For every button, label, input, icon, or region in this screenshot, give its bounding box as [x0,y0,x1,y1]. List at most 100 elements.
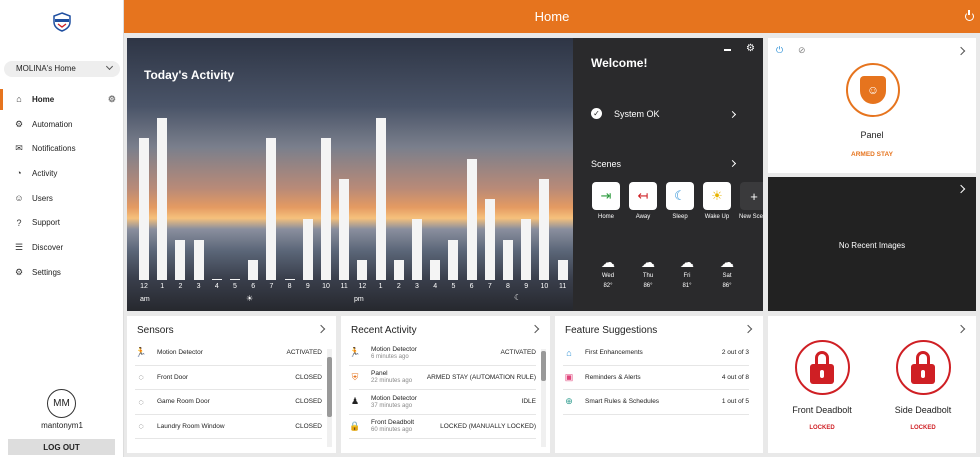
hour-label: 5 [233,283,237,290]
chevron-right-icon[interactable] [956,184,966,194]
lock-button[interactable] [895,340,951,395]
sidebar-item-activity[interactable]: ◔ Activity [0,161,124,186]
activity-bar[interactable] [211,278,222,280]
sensors-card: Sensors 🏃 Motion Detector ACTIVATED ◌ Front … [127,316,336,453]
power-status-icon[interactable]: ⏻ [776,45,783,56]
activity-bar[interactable] [484,199,495,280]
list-item[interactable]: ⊕ Smart Rules & Schedules 1 out of 5 [563,390,749,415]
sidebar-item-label: Automation [32,119,73,129]
list-item[interactable]: ▣ Reminders & Alerts 4 out of 8 [563,366,749,390]
sidebar-item-support[interactable]: ? Support [0,210,124,235]
activity-bar[interactable] [230,278,240,280]
gear-icon[interactable]: ⚙ [746,43,755,54]
activity-bar[interactable] [393,259,404,280]
scrollbar[interactable] [327,349,332,447]
sidebar-item-discover[interactable]: ☰ Discover [0,235,124,260]
activity-bar[interactable] [193,239,204,280]
moon-icon: ☾ [514,293,522,302]
scene-home[interactable]: ⇥ Home [591,182,621,220]
list-item[interactable]: ◌ Laundry Room Window CLOSED [135,415,322,439]
system-status[interactable]: ✓ System OK [591,108,660,119]
locks-card: Front Deadbolt LOCKED Side Deadbolt LOCKED [768,316,976,453]
chevron-right-icon[interactable] [743,324,753,334]
minimize-icon[interactable] [724,49,731,51]
list-item[interactable]: 🏃 Motion Detector 6 minutes ago ACTIVATED [349,341,536,366]
list-item[interactable]: 🏃 Motion Detector ACTIVATED [135,341,322,366]
activity-bar[interactable] [266,138,277,280]
item-value: CLOSED [295,373,322,381]
shield-icon: ☺ [860,76,886,104]
list-item[interactable]: ⛨ Panel 22 minutes ago ARMED STAY (AUTOMATI… [349,366,536,390]
activity-bar[interactable] [412,219,422,280]
hour-label: 12 [140,283,148,290]
chevron-right-icon[interactable] [956,324,966,334]
forecast-day-label: Thu [642,273,654,279]
scene-away[interactable]: ↤ Away [628,182,658,220]
item-title: Motion Detector [157,349,203,357]
activity-bar[interactable] [521,219,532,280]
activity-bar[interactable] [139,138,149,280]
gear-icon[interactable]: ⚙ [108,94,116,105]
avatar[interactable]: MM [47,389,76,418]
activity-bar[interactable] [375,118,386,280]
activity-bar[interactable] [503,239,513,280]
hour-label: 10 [322,283,330,290]
pm-label: pm [354,296,364,303]
sidebar-item-users[interactable]: ☺ Users [0,186,124,211]
item-title: Smart Rules & Schedules [585,398,660,406]
activity-bar[interactable] [557,259,568,280]
activity-bar[interactable] [302,219,313,280]
home-selector[interactable]: MOLINA's Home [4,61,120,77]
activity-bar[interactable] [284,278,295,280]
list-item[interactable]: ⌂ First Enhancements 2 out of 3 [563,341,749,366]
sidebar-item-label: Home [32,94,55,104]
logout-button[interactable]: LOG OUT [8,439,115,455]
chevron-right-icon[interactable] [316,324,326,334]
activity-bar[interactable] [539,178,550,280]
scene-new-scene[interactable]: + New Scene [739,182,763,220]
chevron-right-icon[interactable] [728,110,737,119]
scene-sleep[interactable]: ☾ Sleep [665,182,695,220]
sidebar-item-home[interactable]: ⌂ Home ⚙ [0,87,124,112]
scene-wake-up[interactable]: ☀ Wake Up [702,182,732,220]
sidebar-item-automation[interactable]: ⚙ Automation [0,112,124,137]
activity-bar[interactable] [175,239,186,280]
activity-bar[interactable] [157,118,168,280]
activity-bar[interactable] [321,138,331,280]
lock-keyhole [921,369,925,378]
settings-icon: ⚙ [14,266,24,277]
sidebar-item-settings[interactable]: ⚙ Settings [0,260,124,285]
sidebar-item-notifications[interactable]: ✉ Notifications [0,136,124,161]
activity-bar[interactable] [430,259,441,280]
list-item[interactable]: ◌ Game Room Door CLOSED [135,390,322,415]
panel-status: ARMED STAY [851,151,893,158]
scrollbar[interactable] [541,349,546,447]
list-item[interactable]: ◌ Front Door CLOSED [135,366,322,390]
list-item[interactable]: 🔒 Front Deadbolt 60 minutes ago LOCKED (MAN… [349,415,536,439]
chevron-right-icon[interactable] [728,159,737,168]
recent-images-card[interactable]: No Recent Images [768,177,976,311]
calendar-icon: ▣ [564,371,574,382]
sidebar-item-label: Discover [32,242,64,252]
lock-button[interactable] [794,340,850,395]
sidebar-item-label: Support [32,218,61,228]
lock-side-deadbolt[interactable]: Side Deadbolt LOCKED [895,340,951,431]
panel-name: Panel [860,130,884,140]
panel-status-circle[interactable]: ☺ [846,63,900,117]
unlink-icon[interactable]: ⊘ [798,45,806,56]
power-icon[interactable] [965,10,974,21]
item-time: 6 minutes ago [371,353,409,360]
hour-label: 12 [358,283,367,290]
chevron-right-icon[interactable] [956,46,966,56]
activity-bar[interactable] [448,239,459,280]
list-item[interactable]: ♟ Motion Detector 37 minutes ago IDLE [349,390,536,415]
activity-bar[interactable] [339,178,350,280]
activity-bar[interactable] [248,259,259,280]
panel-card[interactable]: ⏻ ⊘ ☺ Panel ARMED STAY [768,38,976,173]
activity-bar[interactable] [466,158,477,280]
activity-bar[interactable] [357,259,368,280]
lock-front-deadbolt[interactable]: Front Deadbolt LOCKED [792,340,852,431]
forecast-day: ☁ Fri 81° [674,254,700,289]
forecast-day: ☁ Sat 86° [714,254,740,289]
chevron-right-icon[interactable] [530,324,540,334]
